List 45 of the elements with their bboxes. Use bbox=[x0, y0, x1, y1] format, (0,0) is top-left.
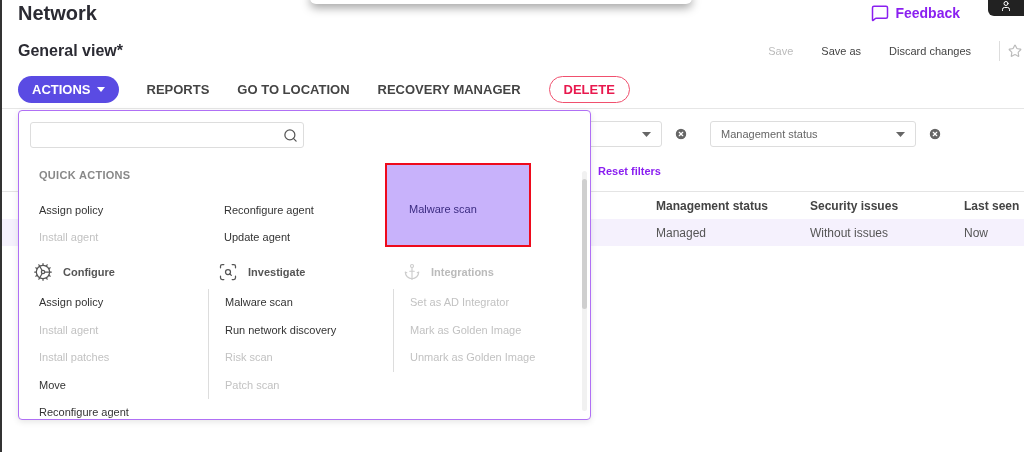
section-title: QUICK ACTIONS bbox=[39, 168, 132, 181]
view-title: General view* bbox=[18, 42, 124, 60]
toolbar-button[interactable]: DELETE bbox=[548, 75, 630, 103]
caret-icon bbox=[96, 86, 105, 92]
search-icon bbox=[283, 127, 298, 143]
column-header: Security issues bbox=[810, 198, 900, 213]
caret-icon bbox=[896, 131, 905, 137]
column-header: Management status bbox=[656, 198, 770, 213]
menu-item[interactable]: Run network discovery bbox=[225, 316, 409, 344]
reset-filters-link[interactable]: Reset filters bbox=[598, 165, 661, 177]
menu-item[interactable]: Move bbox=[39, 371, 224, 399]
menu-item[interactable]: Reconfigure agent bbox=[224, 197, 314, 224]
menu-item[interactable]: Update agent bbox=[224, 224, 291, 251]
table-cell-text: Without issues bbox=[810, 225, 890, 240]
caret-icon bbox=[642, 131, 651, 137]
menu-item[interactable]: Malware scan bbox=[385, 163, 531, 247]
toolbar-button[interactable]: ACTIONS bbox=[18, 75, 119, 103]
menu-item[interactable]: Reconfigure agent bbox=[39, 399, 224, 427]
page-title: Network bbox=[18, 1, 97, 25]
chat-icon bbox=[871, 4, 890, 22]
gear-icon bbox=[33, 262, 53, 282]
section-title: Integrations bbox=[431, 266, 494, 278]
table-cell-text: Managed bbox=[656, 225, 708, 240]
clear-button[interactable] bbox=[928, 127, 942, 141]
filter-select[interactable]: Management status bbox=[710, 121, 916, 147]
star-icon[interactable] bbox=[1008, 44, 1022, 58]
toolbar-button[interactable]: REPORTS bbox=[146, 75, 210, 103]
menu-item[interactable]: Malware scan bbox=[225, 289, 409, 317]
search-icon bbox=[218, 262, 238, 282]
section-title: Configure bbox=[63, 266, 115, 278]
toolbar-button[interactable]: GO TO LOCATION bbox=[237, 75, 350, 103]
view-action-button[interactable]: Save as bbox=[821, 45, 862, 57]
menu-item[interactable]: Assign policy bbox=[39, 289, 224, 317]
user-icon bbox=[1000, 0, 1012, 12]
section-title: Investigate bbox=[248, 266, 306, 278]
table-cell-text: Now bbox=[964, 225, 989, 240]
anchor-icon bbox=[403, 263, 421, 281]
clear-button[interactable] bbox=[674, 127, 688, 141]
search-field[interactable] bbox=[30, 122, 304, 148]
view-action-button[interactable]: Discard changes bbox=[889, 45, 971, 57]
toolbar-button[interactable]: RECOVERY MANAGER bbox=[377, 75, 521, 103]
menu-item[interactable]: Assign policy bbox=[39, 197, 104, 224]
column-header: Last seen bbox=[964, 198, 1021, 213]
account-button[interactable] bbox=[988, 0, 1024, 16]
feedback-link[interactable]: Feedback bbox=[871, 4, 960, 22]
